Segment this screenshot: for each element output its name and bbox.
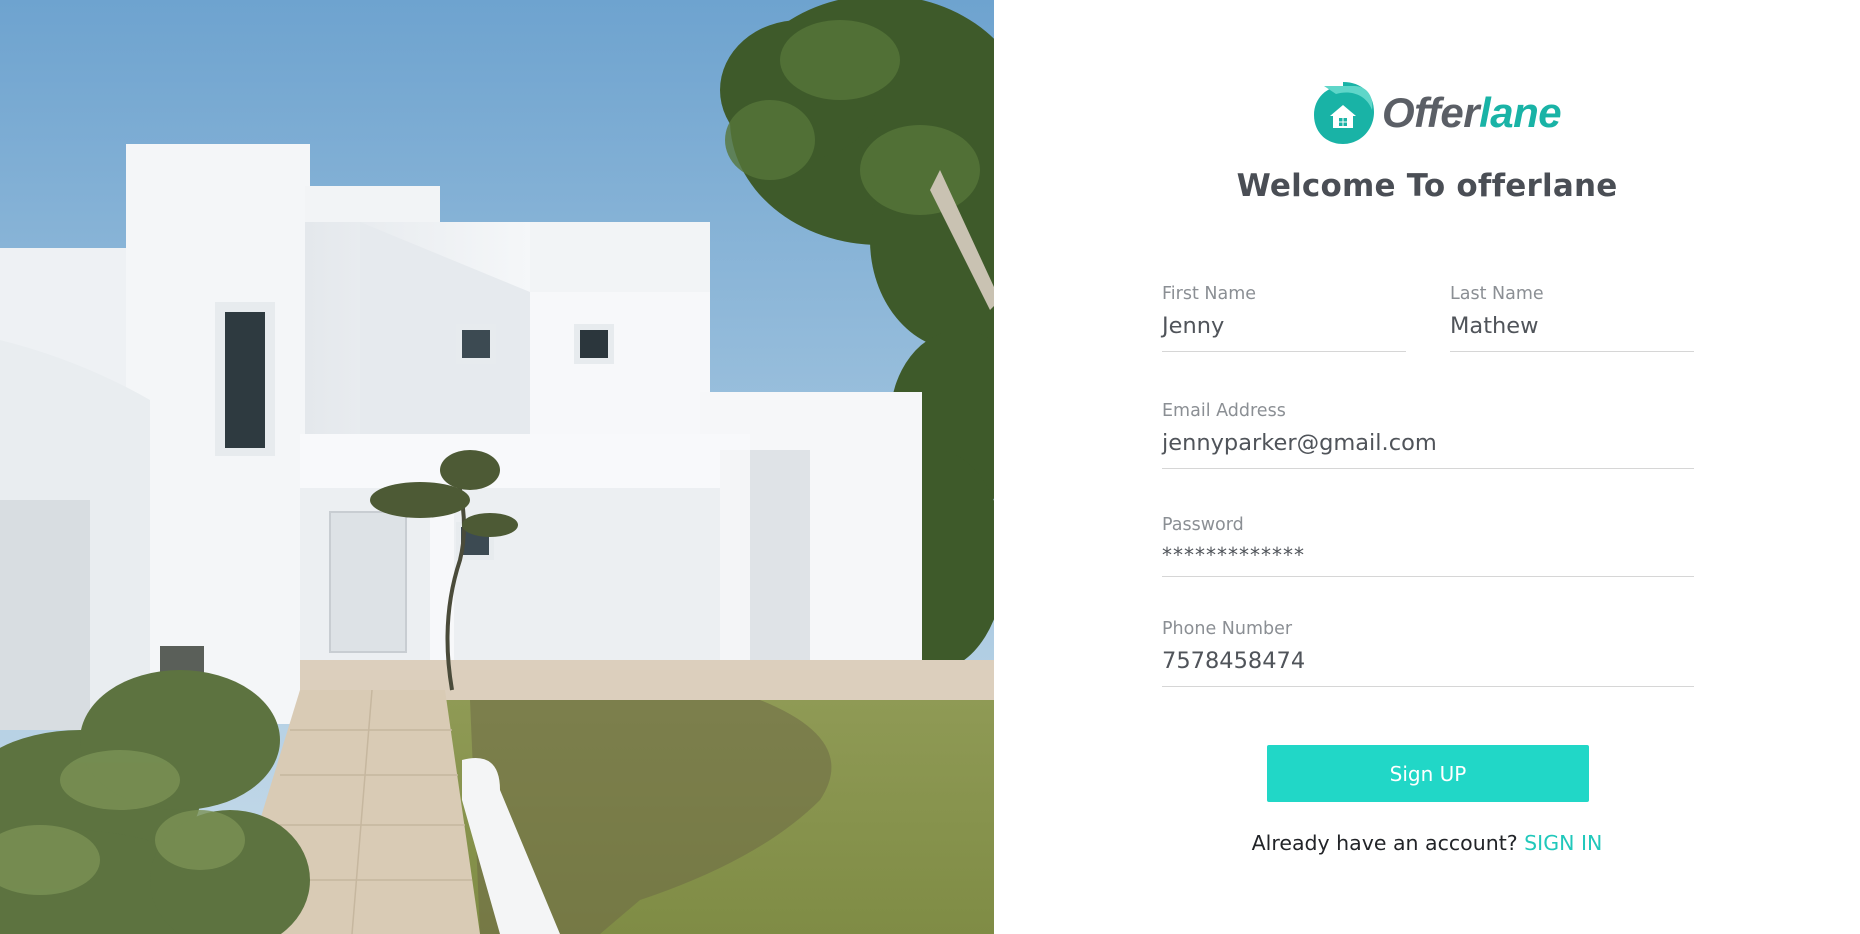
email-input[interactable]: jennyparker@gmail.com xyxy=(1162,429,1694,468)
phone-label: Phone Number xyxy=(1162,619,1293,639)
house-illustration xyxy=(0,0,994,934)
first-name-input[interactable]: Jenny xyxy=(1162,312,1406,351)
signup-panel: Offerlane Welcome To offerlane First Nam… xyxy=(994,0,1860,934)
password-label: Password xyxy=(1162,515,1244,535)
phone-input[interactable]: 7578458474 xyxy=(1162,647,1694,686)
page-title: Welcome To offerlane xyxy=(1236,168,1618,204)
hero-house-image xyxy=(0,0,994,934)
brand-logo: Offerlane xyxy=(1310,80,1562,146)
brand-name-part2: lane xyxy=(1479,89,1562,136)
signup-page: Offerlane Welcome To offerlane First Nam… xyxy=(0,0,1860,934)
email-field[interactable]: Email Address jennyparker@gmail.com xyxy=(1162,400,1694,469)
sign-in-prompt: Already have an account? xyxy=(1251,831,1518,855)
password-input[interactable]: ************* xyxy=(1162,544,1694,576)
last-name-label: Last Name xyxy=(1450,284,1544,304)
first-name-field[interactable]: First Name Jenny xyxy=(1162,283,1406,352)
password-field[interactable]: Password ************* xyxy=(1162,514,1694,577)
first-name-label: First Name xyxy=(1162,284,1257,304)
brand-name: Offerlane xyxy=(1382,89,1562,136)
brand-name-part1: Offer xyxy=(1382,89,1480,136)
email-label: Email Address xyxy=(1162,401,1286,421)
sign-in-link[interactable]: SIGN IN xyxy=(1524,831,1602,855)
sign-up-button[interactable]: Sign UP xyxy=(1267,745,1589,802)
last-name-field[interactable]: Last Name Mathew xyxy=(1450,283,1694,352)
phone-field[interactable]: Phone Number 7578458474 xyxy=(1162,618,1694,687)
sign-in-prompt-line: Already have an account? SIGN IN xyxy=(994,831,1860,855)
last-name-input[interactable]: Mathew xyxy=(1450,312,1694,351)
house-logo-icon xyxy=(1314,82,1374,144)
